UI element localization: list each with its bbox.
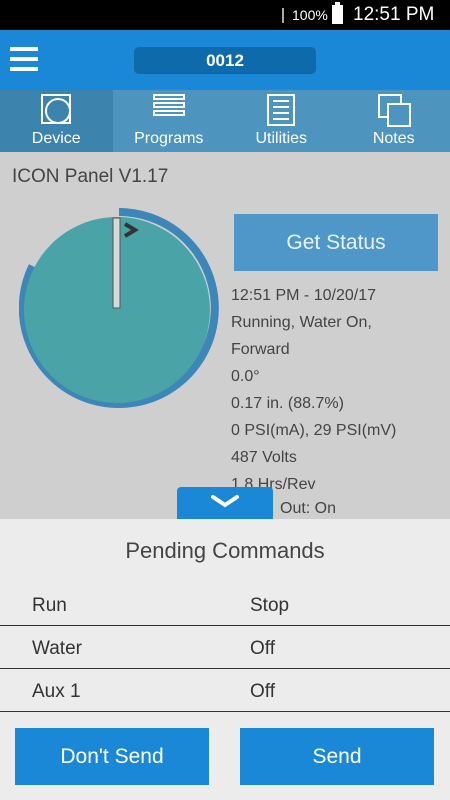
utilities-icon [267, 94, 296, 126]
pivot-dial [19, 208, 219, 408]
command-row-aux1: Aux 1 Off [0, 669, 450, 712]
device-icon [41, 94, 72, 124]
status-running: Running, Water On, [231, 314, 372, 331]
status-timestamp: 12:51 PM - 10/20/17 [231, 287, 376, 304]
status-voltage: 487 Volts [231, 449, 297, 466]
command-value: Off [250, 638, 275, 659]
battery-percent: 100% [292, 7, 328, 23]
command-row-run: Run Stop [0, 583, 450, 626]
tab-utilities[interactable]: Utilities [225, 90, 338, 152]
app-bar: 0012 [0, 30, 450, 90]
command-row-water: Water Off [0, 626, 450, 669]
menu-icon[interactable] [10, 47, 38, 71]
status-pressure: 0 PSI(mA), 29 PSI(mV) [231, 422, 397, 439]
command-name: Run [32, 595, 67, 616]
status-rain: 0.17 in. (88.7%) [231, 395, 344, 412]
tab-bar: Device Programs Utilities Notes [0, 90, 450, 152]
command-value: Stop [250, 595, 290, 616]
tab-notes[interactable]: Notes [338, 90, 450, 152]
clock: 12:51 PM [353, 4, 435, 25]
status-details: 12:51 PM - 10/20/17 Running, Water On, F… [231, 286, 396, 502]
battery-icon [332, 2, 343, 24]
tab-label: Device [31, 130, 81, 147]
command-name: Water [32, 638, 82, 659]
device-id-selector[interactable]: 0012 [134, 47, 316, 74]
tab-label: Utilities [255, 130, 308, 147]
tab-programs[interactable]: Programs [113, 90, 226, 152]
sheet-title: Pending Commands [125, 538, 325, 563]
programs-icon [152, 94, 185, 126]
send-button[interactable]: Send [240, 728, 434, 785]
signal-icon [282, 8, 284, 23]
tab-label: Notes [372, 130, 415, 147]
tab-label: Programs [134, 130, 204, 147]
command-value: Off [250, 681, 275, 702]
position-needle [112, 217, 121, 309]
panel-title: ICON Panel V1.17 [12, 166, 169, 187]
dont-send-button[interactable]: Don't Send [15, 728, 209, 785]
status-direction: Forward [231, 341, 290, 358]
status-aux-out: Out: On [280, 500, 337, 517]
chevron-down-icon [211, 495, 239, 508]
notes-icon [377, 94, 411, 127]
command-name: Aux 1 [32, 681, 81, 702]
status-bar: 100% 12:51 PM [0, 0, 450, 30]
status-angle: 0.0° [231, 368, 260, 385]
collapse-sheet-button[interactable] [177, 487, 273, 520]
get-status-button[interactable]: Get Status [234, 214, 438, 271]
tab-device[interactable]: Device [0, 90, 113, 152]
